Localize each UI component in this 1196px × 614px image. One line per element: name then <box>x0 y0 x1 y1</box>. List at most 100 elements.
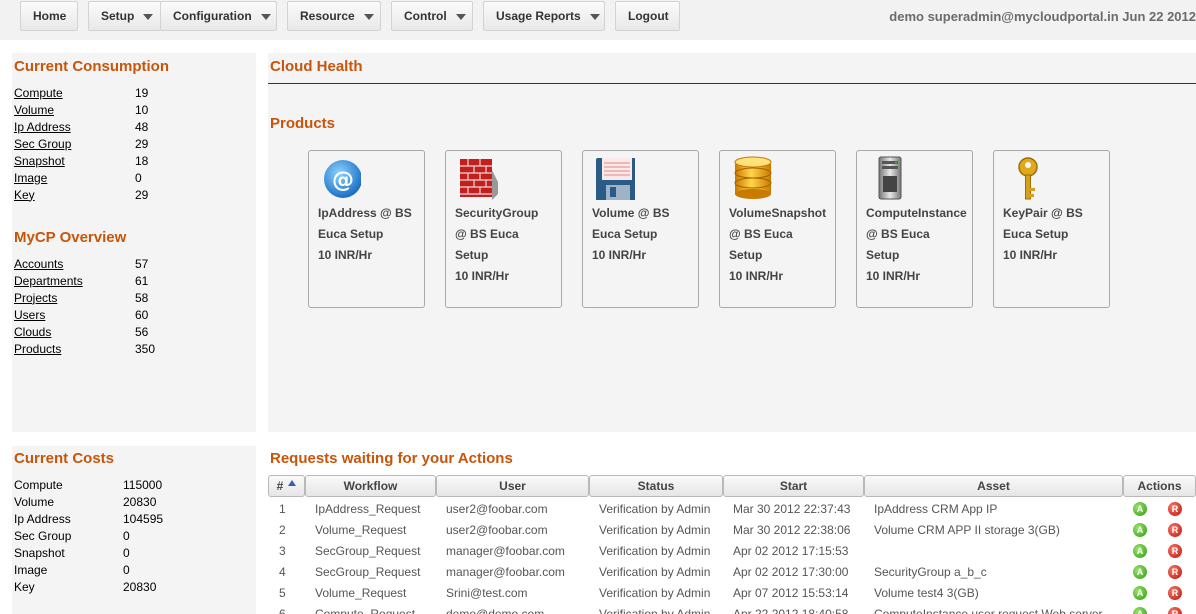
nav-setup-menu[interactable]: Setup <box>88 1 161 31</box>
column-header-start[interactable]: Start <box>723 475 864 497</box>
column-header-label: Start <box>779 479 808 493</box>
overview-value: 57 <box>135 256 149 271</box>
user-info-text: demo superadmin@mycloudportal.in Jun 22 … <box>889 9 1196 24</box>
product-line: Volume @ BS <box>592 206 670 220</box>
approve-icon[interactable]: A <box>1133 586 1147 600</box>
consumption-link[interactable]: Sec Group <box>14 137 135 151</box>
request-num-cell: 4 <box>279 565 286 579</box>
request-user-cell: demo@demo.com <box>446 607 545 614</box>
column-header-asset[interactable]: Asset <box>864 475 1123 497</box>
nav-configuration-menu[interactable]: Configuration <box>160 1 277 31</box>
product-line: SecurityGroup <box>455 206 539 220</box>
overview-row: Products 350 <box>14 340 155 357</box>
products-title: Products <box>270 115 336 132</box>
approve-icon[interactable]: A <box>1133 523 1147 537</box>
product-price: 10 INR/Hr <box>1003 248 1058 262</box>
cost-label: Image <box>14 562 48 577</box>
nav-resource-label: Resource <box>300 9 355 23</box>
request-num-cell: 6 <box>279 607 286 614</box>
overview-link[interactable]: Projects <box>14 291 135 305</box>
request-asset-cell: ComputeInstance user request Web server <box>874 607 1103 614</box>
request-user-cell: user2@foobar.com <box>446 502 548 516</box>
overview-link[interactable]: Products <box>14 342 135 356</box>
column-header-workflow[interactable]: Workflow <box>305 475 436 497</box>
sort-ascending-icon <box>288 480 297 486</box>
consumption-link[interactable]: Compute <box>14 86 135 100</box>
nav-control-label: Control <box>404 9 447 23</box>
consumption-link[interactable]: Image <box>14 171 135 185</box>
request-asset-cell: Volume test4 3(GB) <box>874 586 979 600</box>
product-card-computeinstance[interactable]: ComputeInstance @ BS Euca Setup 10 INR/H… <box>856 150 973 308</box>
column-header-status[interactable]: Status <box>589 475 723 497</box>
request-start-cell: Apr 02 2012 17:15:53 <box>733 544 849 558</box>
nav-logout-button[interactable]: Logout <box>615 1 680 31</box>
overview-link[interactable]: Departments <box>14 274 135 288</box>
product-price: 10 INR/Hr <box>318 248 373 262</box>
request-start-cell: Mar 30 2012 22:38:06 <box>733 523 851 537</box>
request-workflow-cell: Volume_Request <box>315 523 407 537</box>
reject-icon[interactable]: R <box>1168 544 1182 558</box>
consumption-value: 48 <box>135 119 149 134</box>
request-num-cell: 2 <box>279 523 286 537</box>
cost-row: Compute 115000 <box>14 476 163 493</box>
consumption-row: Volume 10 <box>14 101 148 118</box>
overview-row: Accounts 57 <box>14 255 155 272</box>
divider <box>268 83 1196 84</box>
nav-control-menu[interactable]: Control <box>391 1 473 31</box>
consumption-link[interactable]: Volume <box>14 103 135 117</box>
overview-value: 56 <box>135 324 149 339</box>
nav-resource-menu[interactable]: Resource <box>287 1 381 31</box>
nav-home-button[interactable]: Home <box>20 1 78 31</box>
overview-link[interactable]: Clouds <box>14 325 135 339</box>
request-start-cell: Apr 22 2012 18:40:58 <box>733 607 849 614</box>
cost-row: Volume 20830 <box>14 493 163 510</box>
product-card-securitygroup[interactable]: SecurityGroup @ BS Euca Setup 10 INR/Hr <box>445 150 562 308</box>
consumption-link[interactable]: Ip Address <box>14 120 135 134</box>
product-line: Euca Setup <box>318 227 384 241</box>
request-workflow-cell: IpAddress_Request <box>315 502 421 516</box>
approve-icon[interactable]: A <box>1133 565 1147 579</box>
request-user-cell: manager@foobar.com <box>446 544 565 558</box>
reject-icon[interactable]: R <box>1168 565 1182 579</box>
product-card-ipaddress[interactable]: @ IpAddress @ BS Euca Setup 10 INR/Hr <box>308 150 425 308</box>
column-header-label: Asset <box>977 479 1010 493</box>
reject-icon[interactable]: R <box>1168 502 1182 516</box>
consumption-link[interactable]: Key <box>14 188 135 202</box>
firewall-icon <box>460 159 498 200</box>
product-card-volume[interactable]: Volume @ BS Euca Setup 10 INR/Hr <box>582 150 699 308</box>
top-nav-bar: Home Setup Configuration Resource Contro… <box>0 0 1196 40</box>
consumption-value: 19 <box>135 85 149 100</box>
mycp-overview-title: MyCP Overview <box>14 229 127 246</box>
product-line: ComputeInstance <box>866 206 967 220</box>
column-header-number[interactable]: # <box>268 475 305 497</box>
reject-icon[interactable]: R <box>1168 586 1182 600</box>
chevron-down-icon <box>143 13 154 20</box>
cost-row: Key 20830 <box>14 578 163 595</box>
request-start-cell: Apr 07 2012 15:53:14 <box>733 586 849 600</box>
reject-icon[interactable]: R <box>1168 523 1182 537</box>
request-workflow-cell: SecGroup_Request <box>315 544 421 558</box>
column-header-label: Status <box>637 479 675 493</box>
overview-link[interactable]: Accounts <box>14 257 135 271</box>
reject-icon[interactable]: R <box>1168 607 1182 614</box>
overview-link[interactable]: Users <box>14 308 135 322</box>
approve-icon[interactable]: A <box>1133 607 1147 614</box>
consumption-link[interactable]: Snapshot <box>14 154 135 168</box>
approve-icon[interactable]: A <box>1133 544 1147 558</box>
column-header-user[interactable]: User <box>436 475 589 497</box>
overview-row: Projects 58 <box>14 289 155 306</box>
overview-value: 61 <box>135 273 149 288</box>
request-user-cell: manager@foobar.com <box>446 565 565 579</box>
product-line: Setup <box>866 248 900 262</box>
product-card-volumesnapshot[interactable]: VolumeSnapshot @ BS Euca Setup 10 INR/Hr <box>719 150 836 308</box>
key-icon <box>1018 157 1038 200</box>
consumption-value: 10 <box>135 102 149 117</box>
nav-usage-reports-menu[interactable]: Usage Reports <box>483 1 605 31</box>
approve-icon[interactable]: A <box>1133 502 1147 516</box>
product-card-keypair[interactable]: KeyPair @ BS Euca Setup 10 INR/Hr <box>993 150 1110 308</box>
chevron-down-icon <box>589 13 600 20</box>
column-header-label: Workflow <box>343 479 398 493</box>
column-header-label: User <box>499 479 526 493</box>
nav-setup-label: Setup <box>101 9 135 23</box>
svg-text:@: @ <box>332 168 354 193</box>
